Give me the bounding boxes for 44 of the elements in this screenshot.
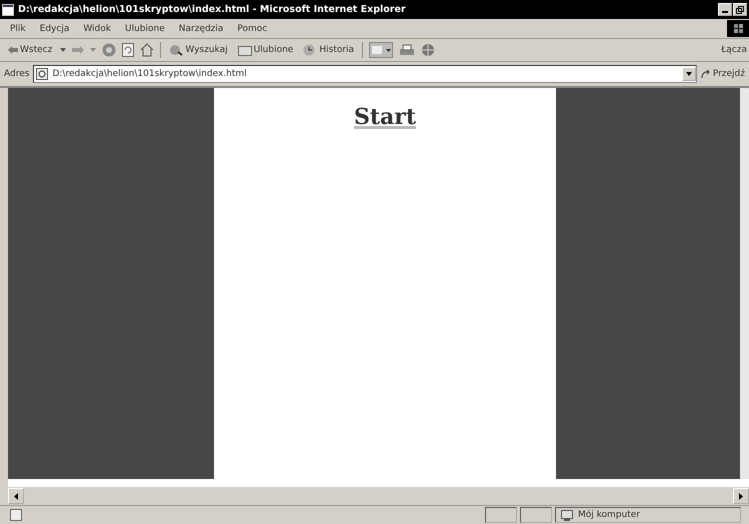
globe-icon[interactable]	[421, 43, 436, 57]
address-field[interactable]: D:\redakcja\helion\101skryptow\index.html	[33, 65, 697, 83]
page-icon	[36, 68, 48, 80]
folder-icon	[238, 44, 252, 56]
restore-icon	[736, 6, 744, 14]
window-title: D:\redakcja\helion\101skryptow\index.html - Microsoft Internet Explorer	[18, 4, 406, 15]
dropdown-icon	[90, 48, 96, 52]
menu-item[interactable]: Plik	[10, 24, 26, 34]
menu-item[interactable]: Widok	[83, 24, 111, 34]
history-button[interactable]: Historia	[301, 44, 356, 56]
back-arrow-icon	[8, 46, 18, 54]
minimize-icon	[722, 11, 728, 13]
globe-magnifier-icon	[169, 44, 184, 56]
home-icon[interactable]	[140, 43, 154, 57]
browser-icon	[2, 4, 14, 16]
links-label[interactable]: Łącza	[721, 45, 749, 55]
history-icon	[303, 44, 318, 56]
menu-item[interactable]: Pomoc	[237, 24, 268, 34]
maximize-button[interactable]	[733, 3, 747, 16]
scroll-left-icon	[14, 492, 18, 500]
status-panel	[485, 507, 517, 523]
dropdown-icon	[686, 72, 692, 76]
favorites-button[interactable]: Ulubione	[236, 44, 296, 56]
menu-item[interactable]: Narzędzia	[178, 24, 224, 34]
dropdown-icon	[60, 48, 66, 52]
status-panel	[520, 507, 552, 523]
search-button[interactable]: Wyszukaj	[167, 44, 230, 56]
dropdown-button[interactable]	[682, 67, 696, 81]
go-button[interactable]: Przejdź	[700, 69, 745, 79]
computer-icon	[560, 510, 574, 520]
menu-item[interactable]: Edycja	[40, 24, 70, 34]
go-arrow-icon	[700, 69, 711, 79]
refresh-icon[interactable]	[122, 43, 134, 57]
menu-item[interactable]: Ulubione	[124, 24, 165, 34]
start-link[interactable]: Start	[354, 104, 416, 130]
printer-icon[interactable]	[399, 43, 416, 57]
zone-label: Mój komputer	[578, 510, 640, 520]
page-icon	[10, 509, 22, 521]
address-label: Adres	[4, 69, 30, 79]
horizontal-scrollbar[interactable]	[8, 479, 749, 505]
minimize-button[interactable]	[718, 3, 732, 16]
scroll-right-icon	[739, 492, 743, 500]
vertical-scrollbar[interactable]	[740, 88, 749, 479]
back-button[interactable]: Wstecz	[6, 45, 54, 55]
